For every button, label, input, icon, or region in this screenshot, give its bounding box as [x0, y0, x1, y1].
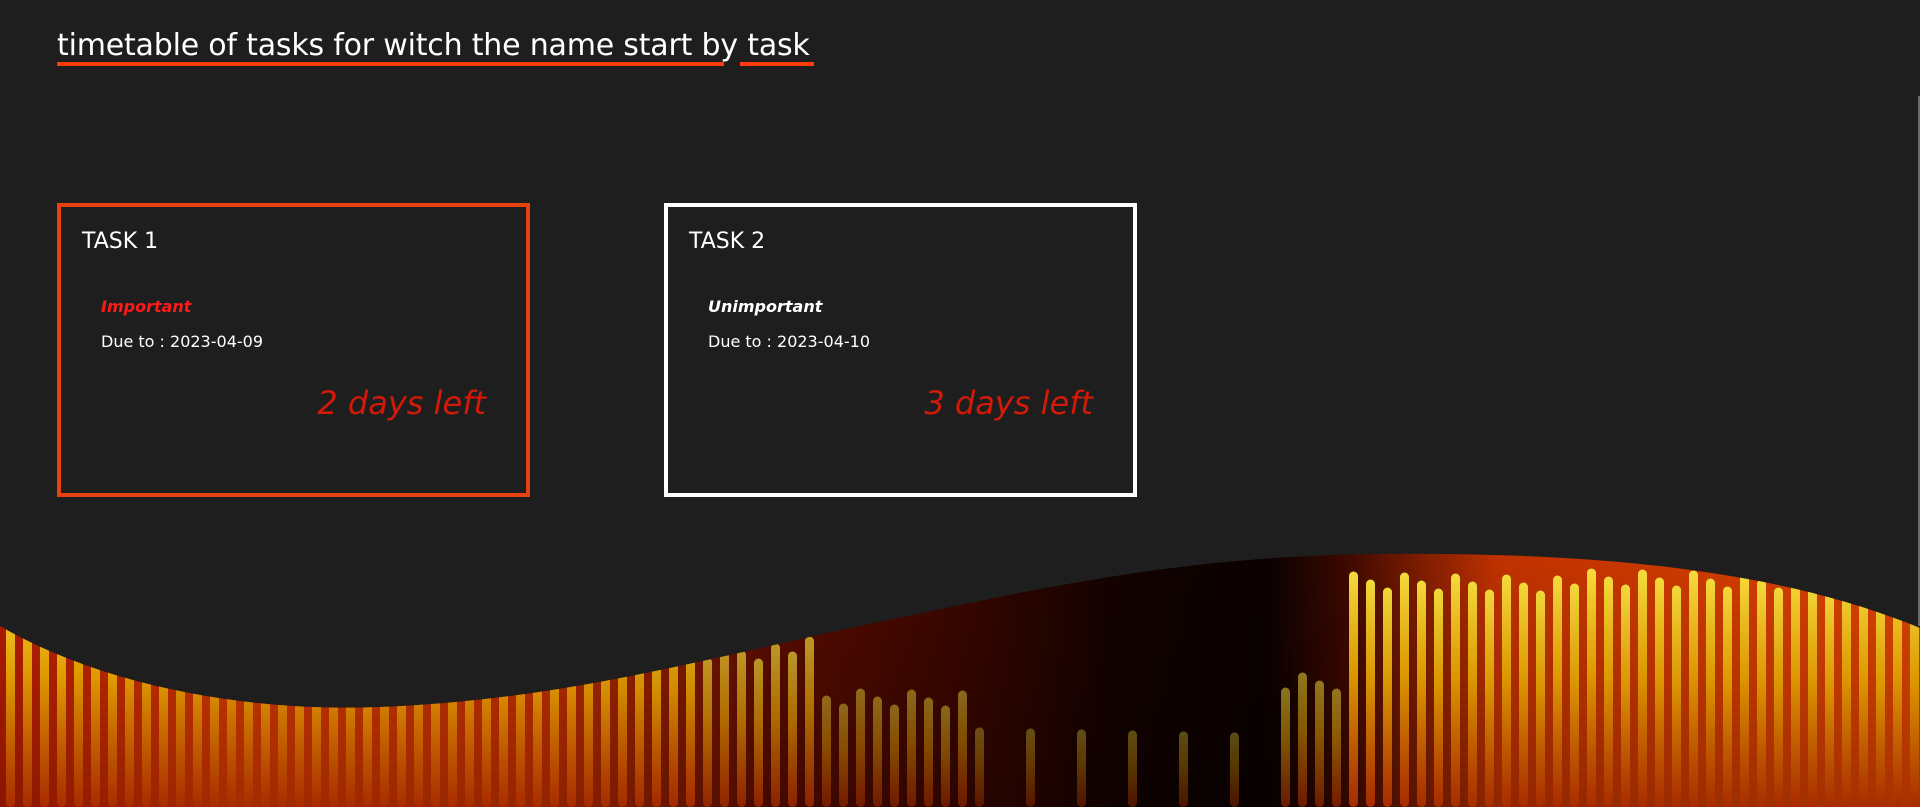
fire-wave-decoration [0, 553, 1920, 807]
page: timetable of tasks for witch the name st… [0, 0, 1920, 807]
